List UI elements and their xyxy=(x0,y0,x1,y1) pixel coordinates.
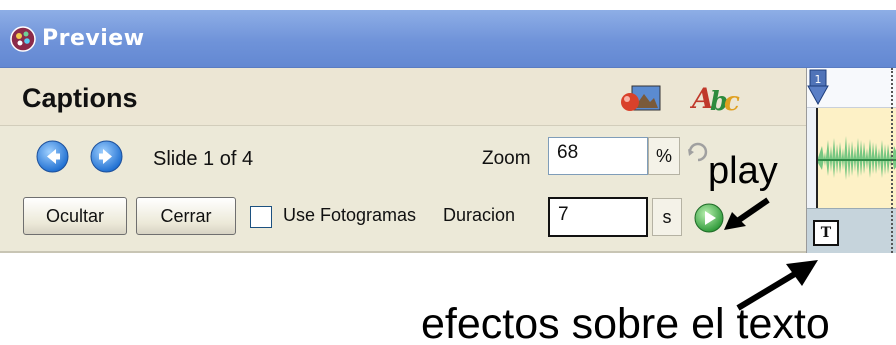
use-frames-label: Use Fotogramas xyxy=(283,205,417,225)
arrow-left-icon[interactable] xyxy=(36,140,69,173)
panel-title: Captions xyxy=(22,83,138,113)
duration-unit: s xyxy=(652,198,682,236)
duration-label: Duracion xyxy=(443,205,516,225)
slide-counter: Slide 1 of 4 xyxy=(153,148,254,170)
timeline-panel: 1 T xyxy=(806,68,896,253)
annotation-arrow-icon xyxy=(724,197,770,230)
zoom-unit: % xyxy=(648,137,680,175)
text-effects-icon[interactable]: T xyxy=(813,220,839,246)
timeline-divider xyxy=(891,68,893,253)
window-titlebar: Preview xyxy=(0,10,896,68)
waveform xyxy=(818,136,896,180)
captions-panel: Captions A b c Slide 1 of 4 Zoom 68 % Oc… xyxy=(0,68,806,253)
use-frames-checkbox[interactable] xyxy=(250,206,272,228)
play-annotation: play xyxy=(708,150,778,192)
svg-text:1: 1 xyxy=(815,73,822,86)
image-effects-icon[interactable] xyxy=(620,82,662,114)
timeline-text-track: T xyxy=(807,208,896,253)
playhead-marker-icon[interactable]: 1 xyxy=(807,68,835,108)
zoom-input[interactable]: 68 xyxy=(548,137,648,175)
text-effects-annotation: efectos sobre el texto xyxy=(421,300,830,345)
zoom-label: Zoom xyxy=(482,148,531,169)
play-button-icon[interactable] xyxy=(694,203,724,233)
panel-header: Captions A b c xyxy=(0,68,806,126)
svg-text:c: c xyxy=(724,87,740,116)
arrow-right-icon[interactable] xyxy=(90,140,123,173)
audio-clip[interactable] xyxy=(816,108,896,208)
refresh-icon[interactable] xyxy=(686,140,710,164)
window-title: Preview xyxy=(42,26,145,51)
app-logo-icon xyxy=(10,25,36,52)
hide-button[interactable]: Ocultar xyxy=(23,197,127,235)
close-button[interactable]: Cerrar xyxy=(136,197,236,235)
duration-input[interactable]: 7 xyxy=(548,197,648,237)
text-style-icon[interactable]: A b c xyxy=(690,80,742,116)
